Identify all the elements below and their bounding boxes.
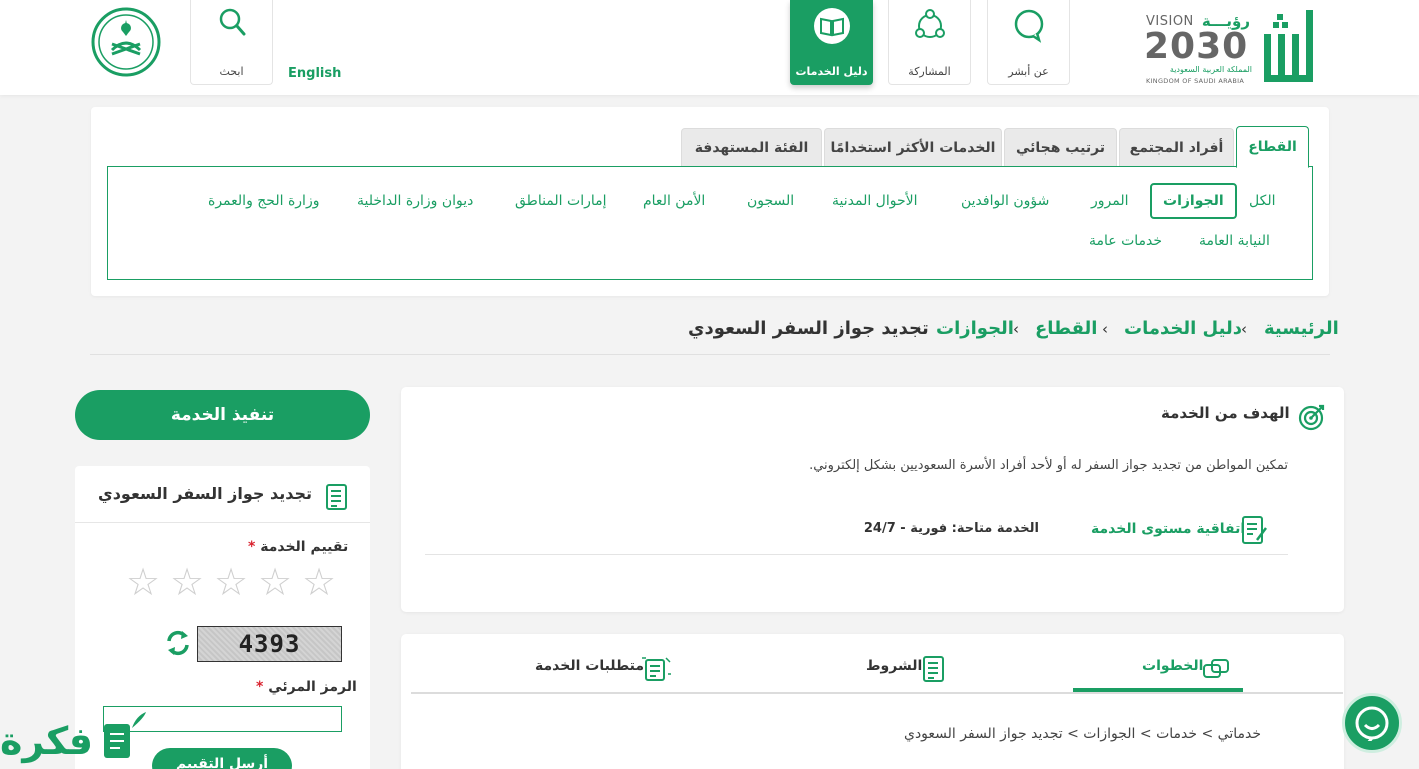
rating-service-title: تجديد جواز السفر السعودي <box>98 484 312 503</box>
refresh-captcha-icon[interactable] <box>163 627 193 663</box>
tab-steps[interactable]: الخطوات <box>1142 658 1203 674</box>
send-rating-button[interactable]: أرسل التقييم <box>152 748 292 769</box>
people-icon <box>910 6 950 49</box>
captcha-image: 4393 <box>197 626 342 662</box>
steps-icon <box>1202 656 1230 686</box>
tab-most-used[interactable]: الخدمات الأكثر استخدامًا <box>824 128 1002 166</box>
target-icon <box>1297 402 1327 436</box>
sector-public-prosecution[interactable]: النيابة العامة <box>1199 233 1270 249</box>
rating-star-4[interactable]: ☆ <box>170 562 204 602</box>
checklist-icon <box>921 654 947 688</box>
sector-expatriates[interactable]: شؤون الوافدين <box>961 193 1049 209</box>
sector-traffic[interactable]: المرور <box>1091 193 1129 209</box>
service-goal-description: تمكين المواطن من تجديد جواز السفر له أو … <box>809 458 1288 473</box>
saudi-emblem-icon <box>90 6 162 78</box>
english-language-link[interactable]: English <box>288 66 341 81</box>
search-icon <box>217 6 247 43</box>
service-form-icon <box>324 482 350 516</box>
sector-regions[interactable]: إمارات المناطق <box>515 193 607 209</box>
service-details-card <box>401 634 1344 769</box>
execute-service-button[interactable]: تنفيذ الخدمة <box>75 390 370 440</box>
requirements-icon <box>640 654 672 688</box>
chat-icon <box>1009 6 1049 49</box>
breadcrumb-divider <box>90 354 1330 355</box>
tab-sector[interactable]: القطاع <box>1236 126 1309 168</box>
search-button[interactable]: ابحث <box>190 0 273 85</box>
rating-header-divider <box>75 522 370 523</box>
rating-label: * تقييم الخدمة <box>248 539 349 555</box>
nav-participation[interactable]: المشاركة <box>888 0 971 85</box>
breadcrumb-home[interactable]: الرئيسية <box>1264 318 1339 339</box>
absher-logo <box>1260 6 1324 86</box>
rating-star-1[interactable]: ☆ <box>302 562 336 602</box>
sector-general-services[interactable]: خدمات عامة <box>1089 233 1162 249</box>
sector-hajj-umrah[interactable]: وزارة الحج والعمرة <box>208 193 319 209</box>
tab-community[interactable]: أفراد المجتمع <box>1119 128 1234 166</box>
tab-requirements[interactable]: متطلبات الخدمة <box>535 658 644 674</box>
site-header: ابحث English دليل الخدمات المشاركة عن أب… <box>0 0 1419 95</box>
sector-public-security[interactable]: الأمن العام <box>643 193 705 209</box>
sla-link[interactable]: اتفاقية مستوى الخدمة <box>1091 521 1245 537</box>
vision-2030-logo: VISION رؤيـــة 2030 المملكة العربية السع… <box>1144 12 1252 85</box>
smiley-chat-icon <box>1354 705 1390 745</box>
rating-star-5[interactable]: ☆ <box>126 562 160 602</box>
breadcrumb-separator: ‹ <box>1102 320 1108 338</box>
rating-star-2[interactable]: ☆ <box>258 562 292 602</box>
tab-target-group[interactable]: الفئة المستهدفة <box>681 128 822 166</box>
steps-path-text: خدماتي > خدمات > الجوازات > تجديد جواز ا… <box>903 726 1261 742</box>
service-tabs-divider <box>411 692 1343 694</box>
breadcrumb-sector[interactable]: القطاع <box>1035 318 1097 339</box>
breadcrumb-services-guide[interactable]: دليل الخدمات <box>1124 318 1242 339</box>
breadcrumb-passports[interactable]: الجوازات <box>936 318 1014 339</box>
captcha-label: * الرمز المرئي <box>256 679 357 695</box>
nav-services-guide[interactable]: دليل الخدمات <box>790 0 873 85</box>
search-label: ابحث <box>219 65 244 78</box>
tab-conditions[interactable]: الشروط <box>866 658 922 674</box>
sector-all[interactable]: الكل <box>1249 193 1276 209</box>
nav-about-absher[interactable]: عن أبشر <box>987 0 1070 85</box>
sector-civil-affairs[interactable]: الأحوال المدنية <box>832 193 918 209</box>
book-icon <box>812 6 852 49</box>
sector-filter-box <box>107 166 1313 280</box>
active-tab-indicator <box>1073 688 1243 692</box>
service-availability: الخدمة متاحة: فورية - 24/7 <box>863 521 1039 536</box>
fikra-watermark: فكرة <box>0 719 94 763</box>
sector-prisons[interactable]: السجون <box>747 193 794 209</box>
sector-passports[interactable]: الجوازات <box>1150 183 1237 219</box>
rating-star-3[interactable]: ☆ <box>214 562 248 602</box>
tab-alphabetical[interactable]: ترتيب هجائي <box>1004 128 1117 166</box>
breadcrumb-current: تجديد جواز السفر السعودي <box>688 318 929 339</box>
fikra-logo-icon <box>98 710 150 769</box>
chat-support-button[interactable] <box>1342 693 1402 753</box>
sector-moi-diwan[interactable]: ديوان وزارة الداخلية <box>357 193 473 209</box>
goal-divider <box>425 554 1288 555</box>
service-goal-title: الهدف من الخدمة <box>1161 404 1290 422</box>
